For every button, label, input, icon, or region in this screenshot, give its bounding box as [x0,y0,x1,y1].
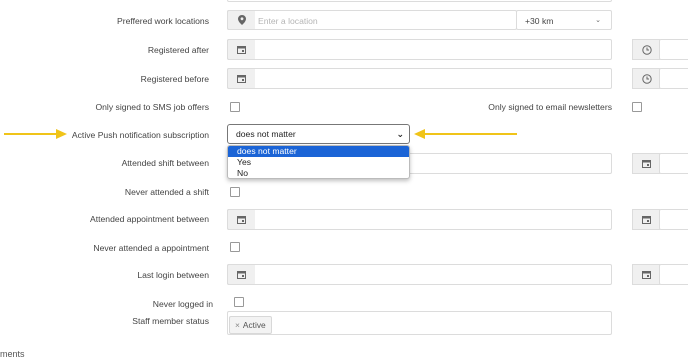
registered-before-time-input[interactable] [659,68,688,89]
option-does-not-matter[interactable]: does not matter [228,146,409,157]
push-subscription-options[interactable]: does not matter Yes No [227,145,410,179]
attended-appointment-to-input[interactable] [659,209,688,230]
option-yes[interactable]: Yes [228,157,409,168]
staff-status-multiselect[interactable] [227,311,612,335]
status-tag-active[interactable]: × Active [229,316,272,334]
tag-remove-icon[interactable]: × [235,320,240,330]
tag-label: Active [242,320,266,330]
arrow-left-annotation [414,129,517,139]
location-placeholder: Enter a location [258,16,318,26]
attended-appointment-label: Attended appointment between [90,214,209,224]
staff-status-label: Staff member status [132,316,209,326]
registered-before-label: Registered before [140,74,209,84]
chevron-down-icon: ⌄ [396,129,404,139]
never-attended-shift-checkbox[interactable] [230,187,240,197]
calendar-icon[interactable] [632,209,660,230]
registered-before-date-input[interactable] [227,68,612,89]
clock-icon[interactable] [632,39,660,60]
never-logged-in-label: Never logged in [152,299,213,309]
calendar-icon [227,209,255,230]
calendar-icon [227,264,255,285]
last-login-from-input[interactable] [227,264,612,285]
calendar-icon [227,39,255,60]
calendar-icon [227,68,255,89]
push-subscription-label: Active Push notification subscription [71,130,209,140]
clock-icon[interactable] [632,68,660,89]
location-input[interactable]: Enter a location [227,10,517,30]
calendar-icon[interactable] [632,264,660,285]
never-attended-appointment-checkbox[interactable] [230,242,240,252]
section-heading-fragment: ments [0,349,25,359]
push-subscription-select[interactable]: does not matter ⌄ [227,124,410,144]
never-logged-in-checkbox[interactable] [234,297,244,307]
attended-shift-label: Attended shift between [121,158,209,168]
last-login-to-input[interactable] [659,264,688,285]
option-no[interactable]: No [228,168,409,178]
registered-after-date-input[interactable] [227,39,612,60]
top-cropped-field [227,0,612,2]
registered-after-label: Registered after [147,45,209,55]
email-newsletters-checkbox[interactable] [632,102,642,112]
work-locations-label: Preffered work locations [116,16,209,26]
calendar-icon[interactable] [632,153,660,174]
push-subscription-value: does not matter [236,129,296,139]
attended-appointment-from-input[interactable] [227,209,612,230]
last-login-label: Last login between [137,270,209,280]
distance-select[interactable]: +30 km ⌄ [516,10,612,30]
never-attended-shift-label: Never attended a shift [124,187,209,197]
registered-after-time-input[interactable] [659,39,688,60]
attended-shift-to-input[interactable] [659,153,688,174]
chevron-down-icon: ⌄ [595,17,601,24]
distance-value: +30 km [525,16,554,26]
never-attended-appointment-label: Never attended a appointment [93,243,209,253]
location-pin-icon [227,10,255,30]
email-newsletters-label: Only signed to email newsletters [488,102,612,112]
sms-offers-label: Only signed to SMS job offers [95,102,209,112]
sms-offers-checkbox[interactable] [230,102,240,112]
